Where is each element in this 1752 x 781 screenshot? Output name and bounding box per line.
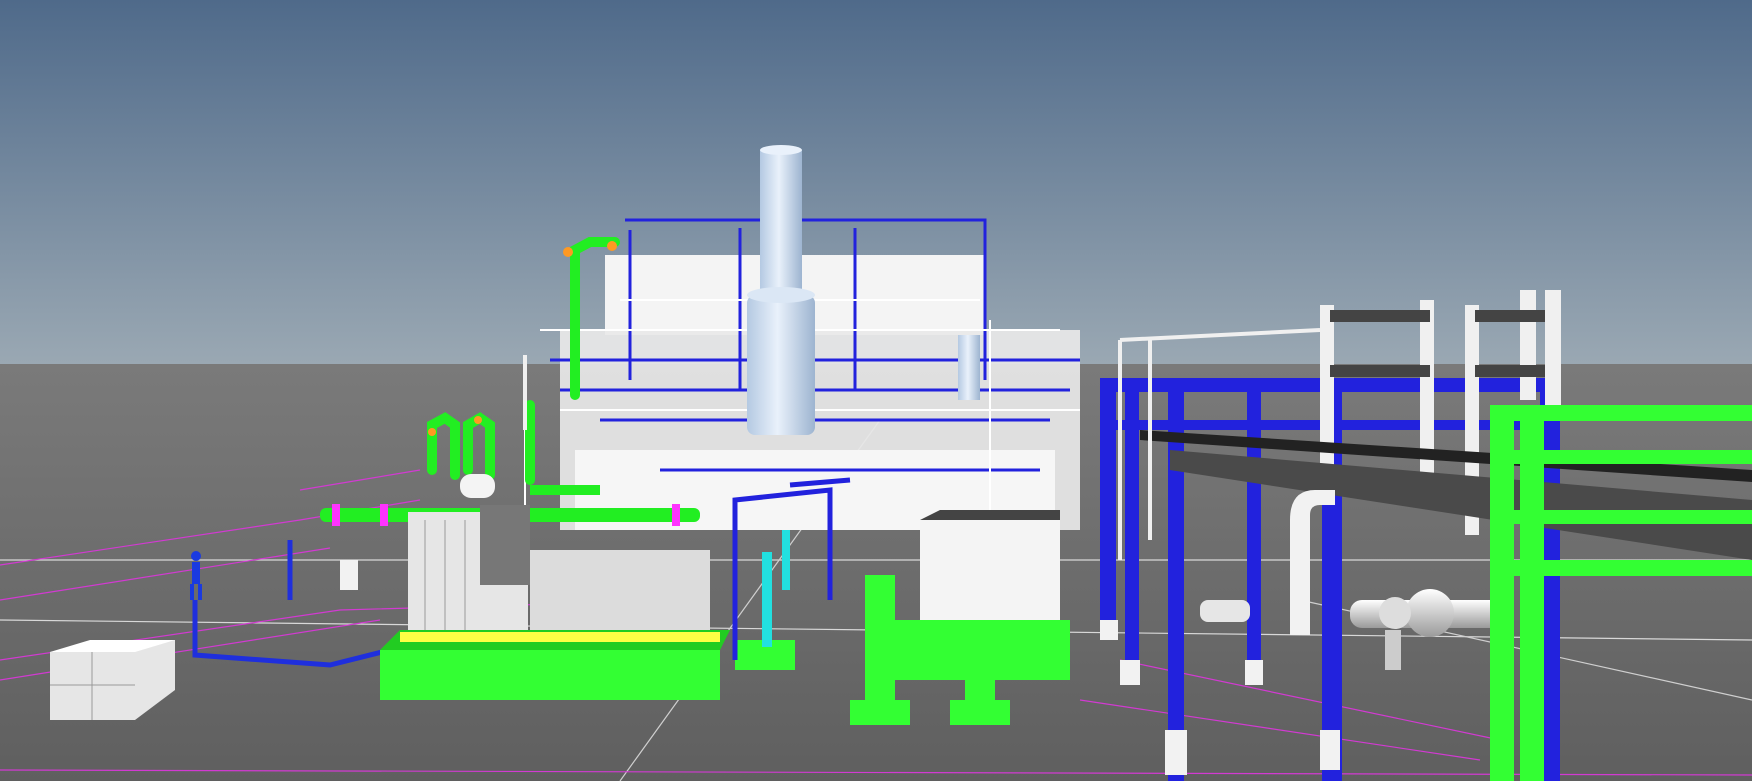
- horizontal-vessel[interactable]: [460, 474, 495, 498]
- plant-3d-scene[interactable]: [0, 0, 1752, 781]
- 3d-viewport[interactable]: [0, 0, 1752, 781]
